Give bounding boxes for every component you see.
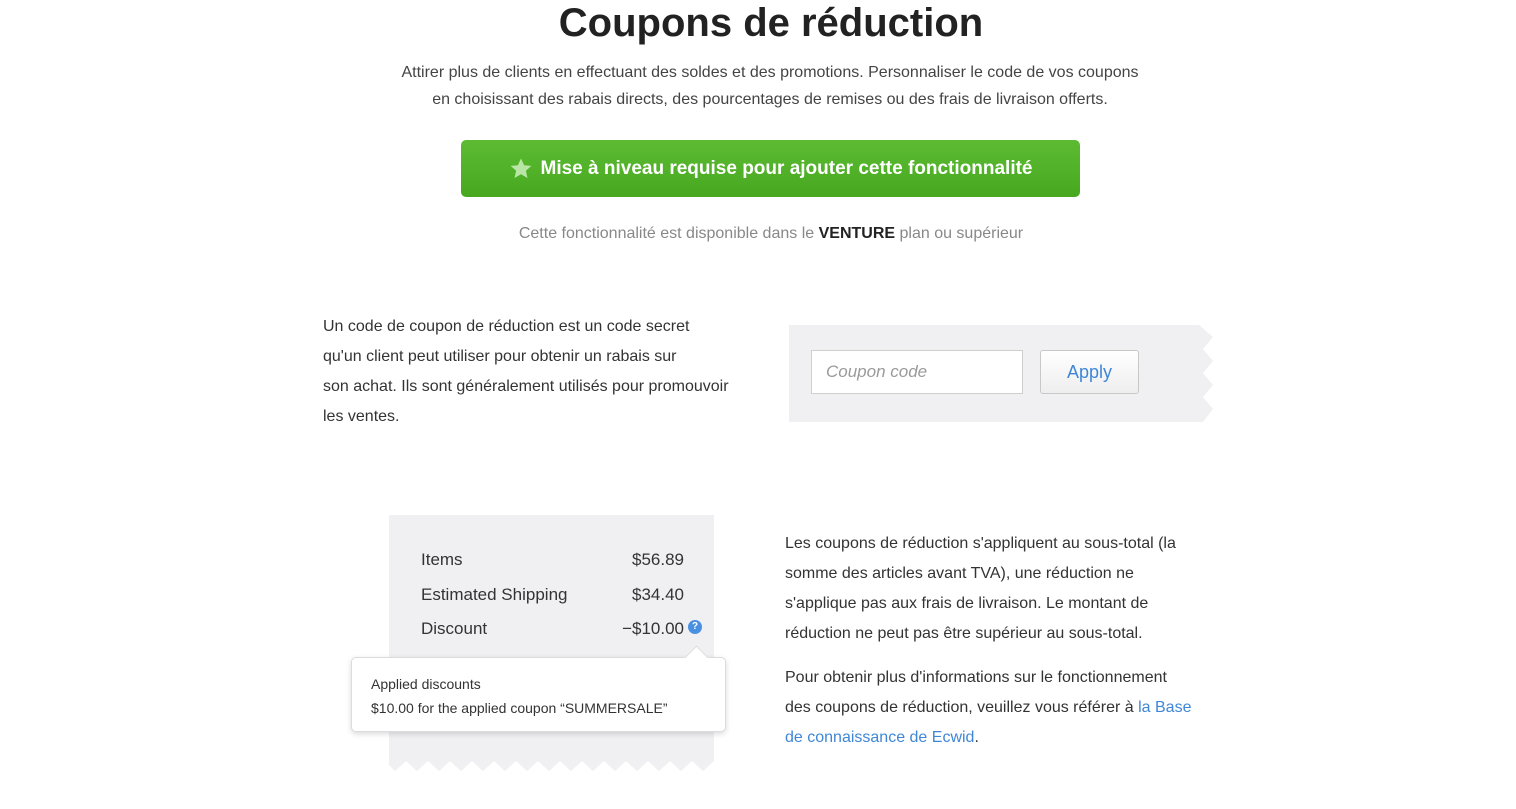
upgrade-button-label: Mise à niveau requise pour ajouter cette… [540,157,1033,179]
coupon-description-line: qu'un client peut utiliser pour obtenir … [323,348,677,365]
summary-label: Items [421,550,463,569]
availability-note: Cette fonctionnalité est disponible dans… [0,222,1516,246]
explanation-line: somme des articles avant TVA), une réduc… [785,565,1134,582]
summary-value: $34.40 [632,585,684,604]
link-text: de connaissance de Ecwid [785,729,975,746]
summary-row-discount: Discount −$10.00 [421,619,684,643]
coupon-description-line: son achat. Ils sont généralement utilisé… [323,378,729,395]
availability-prefix: Cette fonctionnalité est disponible dans… [518,225,819,242]
availability-suffix: plan ou supérieur [895,225,1024,242]
tooltip-text: $10.00 for the applied coupon “SUMMERSAL… [371,700,668,716]
summary-row-shipping: Estimated Shipping $34.40 [421,585,684,609]
applied-discounts-tooltip: Applied discounts $10.00 for the applied… [351,645,726,732]
tooltip-title: Applied discounts [371,676,481,692]
discount-explanation: Les coupons de réduction s'appliquent au… [785,529,1230,767]
coupon-code-input[interactable] [811,350,1023,394]
explanation-line: s'applique pas aux frais de livraison. L… [785,595,1149,612]
apply-button[interactable]: Apply [1040,350,1139,394]
page: Coupons de réduction Attirer plus de cli… [0,0,1516,809]
summary-label: Estimated Shipping [421,585,568,604]
plan-name: VENTURE [818,225,896,242]
subtitle-line-2: en choisissant des rabais directs, des p… [432,91,1108,108]
coupon-description: Un code de coupon de réduction est un co… [323,312,778,432]
help-line: des coupons de réduction, veuillez vous … [785,699,1139,716]
help-line: Pour obtenir plus d'informations sur le … [785,669,1167,686]
explanation-line: Les coupons de réduction s'appliquent au… [785,535,1176,552]
question-icon[interactable]: ? [688,620,702,634]
coupon-description-line: les ventes. [323,408,400,425]
subtitle-line-1: Attirer plus de clients en effectuant de… [401,64,1139,81]
summary-value: −$10.00 [622,619,684,638]
link-text: la Base [1138,699,1192,716]
explanation-line: réduction ne peut pas être supérieur au … [785,625,1143,642]
coupon-code-illustration: Apply [789,325,1213,422]
coupon-description-line: Un code de coupon de réduction est un co… [323,318,690,335]
summary-label: Discount [421,619,488,638]
help-period: . [974,729,979,746]
help-paragraph: Pour obtenir plus d'informations sur le … [785,663,1230,753]
page-subtitle: Attirer plus de clients en effectuant de… [330,59,1210,113]
page-title: Coupons de réduction [558,1,984,45]
star-icon [510,158,531,178]
order-summary-illustration: Items $56.89 Estimated Shipping $34.40 D… [389,515,714,771]
summary-value: $56.89 [632,550,684,569]
explanation-paragraph: Les coupons de réduction s'appliquent au… [785,529,1230,649]
summary-row-items: Items $56.89 [421,550,684,574]
upgrade-button[interactable]: Mise à niveau requise pour ajouter cette… [461,140,1080,197]
